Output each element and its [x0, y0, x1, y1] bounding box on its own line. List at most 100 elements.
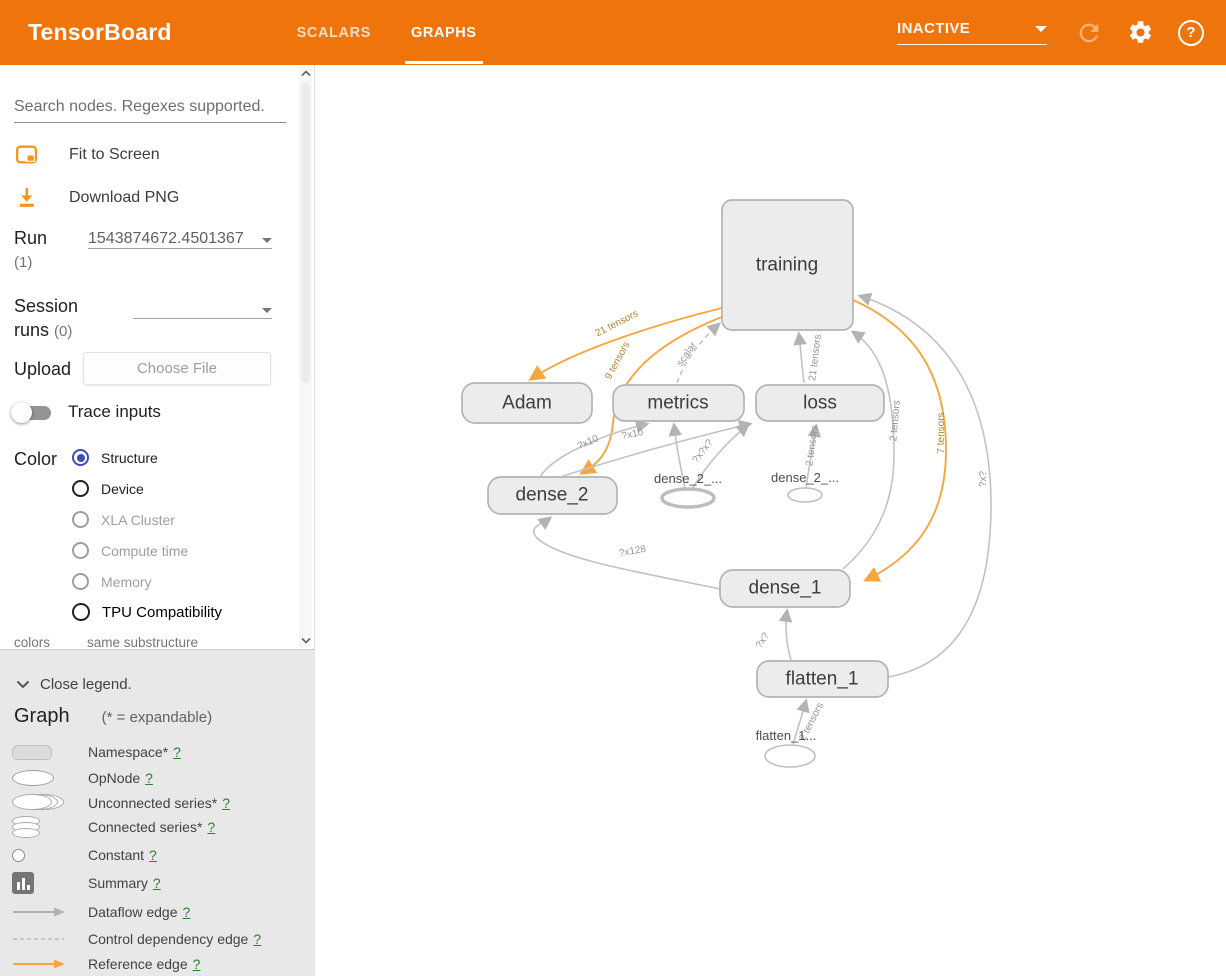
run-count: (1): [14, 254, 32, 271]
legend-item-summary: Summary ?: [0, 871, 315, 895]
download-icon: [14, 185, 39, 210]
graph-opnode-flatten1-input[interactable]: flatten_1...: [756, 728, 817, 767]
unconnected-series-icon: [12, 794, 68, 812]
tab-scalars[interactable]: SCALARS: [277, 0, 391, 65]
graph-node-adam[interactable]: Adam: [462, 383, 592, 423]
opnode-label: flatten_1...: [756, 728, 817, 743]
help-link[interactable]: ?: [173, 744, 181, 760]
help-link[interactable]: ?: [183, 904, 191, 920]
app-header: TensorBoard SCALARS GRAPHS INACTIVE: [0, 0, 1226, 65]
graph-node-loss[interactable]: loss: [756, 385, 884, 421]
node-label: Adam: [502, 393, 552, 414]
session-runs-dropdown[interactable]: [133, 295, 272, 319]
help-button[interactable]: ?: [1178, 20, 1204, 46]
gear-icon: [1127, 19, 1154, 46]
opnode-label: dense_2_...: [654, 471, 722, 486]
run-value: 1543874672.4501367: [88, 230, 244, 248]
legend-label: Dataflow edge: [88, 904, 178, 920]
help-link[interactable]: ?: [207, 819, 215, 835]
graph-node-training[interactable]: training: [722, 200, 853, 330]
fit-to-screen-button[interactable]: Fit to Screen: [14, 142, 160, 167]
trace-inputs-toggle-knob[interactable]: [11, 402, 32, 423]
edge-label: scalar: [675, 340, 700, 369]
fit-to-screen-icon: [14, 142, 39, 167]
chevron-down-icon: [1035, 26, 1047, 32]
graph-node-flatten1[interactable]: flatten_1: [757, 661, 888, 697]
legend-item-opnode: OpNode ?: [0, 766, 315, 790]
opnode-icon: [12, 770, 54, 786]
scroll-up-icon[interactable]: [301, 70, 311, 77]
status-value: INACTIVE: [897, 20, 970, 37]
run-dropdown[interactable]: 1543874672.4501367: [88, 225, 272, 249]
graph-node-metrics[interactable]: metrics: [613, 385, 744, 421]
help-link[interactable]: ?: [145, 770, 153, 786]
sidebar-scroll-region: Fit to Screen Download PNG Run (1) 15438…: [0, 65, 315, 649]
graph-legend: Close legend. Graph (* = expandable) Nam…: [0, 649, 315, 976]
edge-label: ?x10: [576, 433, 601, 452]
chevron-down-icon: [16, 680, 30, 689]
graph-canvas[interactable]: scalar 21 tensors 21 tensors 9 tensors ?…: [315, 65, 1226, 976]
tensorboard-app: TensorBoard SCALARS GRAPHS INACTIVE: [0, 0, 1226, 976]
legend-item-dataflow-edge: Dataflow edge ?: [0, 900, 315, 924]
graph-opnode-dense2-series-right[interactable]: dense_2_...: [771, 470, 839, 502]
radio-device-label: Device: [101, 481, 144, 497]
radio-compute-time-label: Compute time: [101, 543, 188, 559]
radio-device[interactable]: Device: [72, 480, 144, 497]
radio-button-icon: [72, 542, 89, 559]
radio-structure-label: Structure: [101, 450, 158, 466]
scrollbar-thumb[interactable]: [301, 83, 310, 383]
legend-item-unconnected-series: Unconnected series* ?: [0, 791, 315, 815]
radio-button-icon: [72, 480, 89, 497]
help-link[interactable]: ?: [253, 931, 261, 947]
session-runs-label-1: Session: [14, 296, 78, 317]
radio-memory[interactable]: Memory: [72, 573, 152, 590]
legend-item-namespace: Namespace* ?: [0, 740, 315, 764]
help-link[interactable]: ?: [149, 847, 157, 863]
upload-label: Upload: [14, 359, 71, 380]
help-link[interactable]: ?: [193, 956, 201, 972]
tab-graphs[interactable]: GRAPHS: [391, 0, 497, 65]
graph-node-dense1[interactable]: dense_1: [720, 570, 850, 607]
legend-item-reference-edge: Reference edge ?: [0, 952, 315, 976]
help-link[interactable]: ?: [153, 875, 161, 891]
fit-to-screen-label: Fit to Screen: [69, 146, 160, 164]
download-png-button[interactable]: Download PNG: [14, 185, 179, 210]
radio-button-icon: [72, 449, 89, 466]
edge-label: 2 tensors: [888, 400, 903, 442]
settings-button[interactable]: [1127, 19, 1154, 46]
edge-label: 9 tensors: [603, 340, 632, 381]
session-runs-label-2: runs (0): [14, 320, 72, 341]
help-link[interactable]: ?: [222, 795, 230, 811]
radio-tpu-compatibility[interactable]: TPU Compatibility: [72, 603, 222, 621]
sidebar-scrollbar[interactable]: [299, 67, 312, 647]
session-runs-word: runs: [14, 320, 49, 340]
search-input[interactable]: [14, 95, 286, 123]
radio-button-icon: [72, 603, 90, 621]
graph-opnode-dense2-series-left[interactable]: dense_2_...: [654, 471, 722, 507]
edge-flatten1-training: [860, 296, 991, 677]
run-label: Run: [14, 228, 47, 249]
legend-label: Control dependency edge: [88, 931, 248, 947]
choose-file-button[interactable]: Choose File: [83, 352, 271, 385]
edge-label: ?x?: [978, 471, 989, 488]
node-label: loss: [803, 393, 837, 414]
radio-compute-time[interactable]: Compute time: [72, 542, 188, 559]
close-legend-button[interactable]: Close legend.: [16, 676, 132, 693]
control-dependency-edge-icon: [12, 935, 68, 943]
graph-svg: scalar 21 tensors 21 tensors 9 tensors ?…: [315, 65, 1226, 976]
reference-edge-icon: [12, 958, 68, 970]
radio-memory-label: Memory: [101, 574, 152, 590]
legend-label: Unconnected series*: [88, 795, 217, 811]
graph-node-dense2[interactable]: dense_2: [488, 477, 617, 514]
radio-xla-cluster[interactable]: XLA Cluster: [72, 511, 175, 528]
edge-training-dense1: [853, 300, 946, 580]
refresh-button[interactable]: [1075, 19, 1103, 47]
radio-xla-cluster-label: XLA Cluster: [101, 512, 175, 528]
radio-structure[interactable]: Structure: [72, 449, 158, 466]
namespace-icon: [12, 745, 52, 760]
node-label: flatten_1: [786, 669, 859, 690]
status-dropdown[interactable]: INACTIVE: [897, 20, 1047, 45]
scroll-down-icon[interactable]: [301, 637, 311, 644]
radio-button-icon: [72, 511, 89, 528]
legend-item-connected-series: Connected series* ?: [0, 815, 315, 839]
